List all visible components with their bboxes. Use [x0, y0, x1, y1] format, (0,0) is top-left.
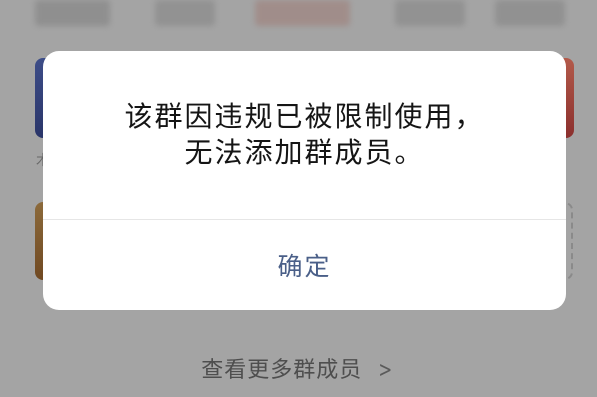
view-more-label: 查看更多群成员 [201, 358, 363, 383]
dialog-message: 该群因违规已被限制使用，无法添加群成员。 [124, 100, 485, 169]
blurred-member-avatar [155, 0, 215, 26]
chevron-right-icon: > [378, 358, 394, 383]
blurred-member-avatar [35, 0, 110, 26]
blurred-member-avatar [495, 0, 565, 26]
restriction-alert-dialog: 该群因违规已被限制使用，无法添加群成员。 确定 [43, 51, 566, 310]
confirm-button[interactable]: 确定 [43, 220, 566, 310]
blurred-member-avatar [395, 0, 465, 26]
view-more-members-link[interactable]: 查看更多群成员 > [0, 352, 597, 384]
blurred-member-avatar [255, 0, 350, 26]
